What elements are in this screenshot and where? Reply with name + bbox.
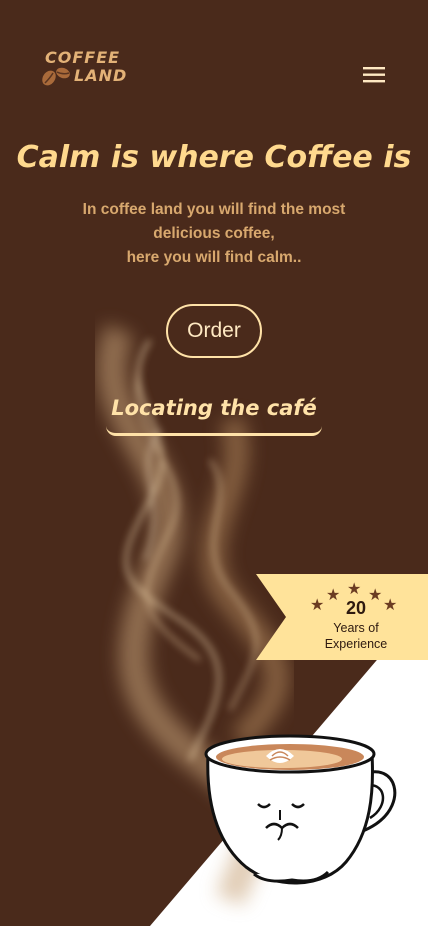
hero-subtitle: In coffee land you will find the most de… bbox=[40, 198, 388, 270]
svg-text:★: ★ bbox=[347, 580, 361, 598]
hero-subtitle-line: delicious coffee, bbox=[153, 225, 275, 242]
hero-subtitle-line: In coffee land you will find the most bbox=[82, 201, 346, 218]
order-button[interactable]: Order bbox=[166, 304, 262, 358]
hamburger-menu-button[interactable] bbox=[358, 62, 390, 88]
hero-subtitle-line: here you will find calm.. bbox=[126, 249, 302, 266]
coffee-bean-icon bbox=[42, 67, 70, 86]
locate-cafe-button[interactable]: Locating the café bbox=[106, 382, 322, 436]
experience-badge: ★ ★ ★ ★ ★ 20 Years of Experience bbox=[256, 574, 428, 660]
coffee-cup-illustration bbox=[204, 734, 397, 885]
hero-title: Calm is where Coffee is bbox=[16, 140, 412, 175]
logo-text-land: LAND bbox=[74, 66, 128, 85]
experience-label: Years of Experience bbox=[294, 620, 418, 652]
experience-label-line1: Years of bbox=[333, 621, 379, 635]
hamburger-menu-icon bbox=[363, 67, 385, 83]
experience-label-line2: Experience bbox=[324, 637, 388, 651]
logo[interactable]: COFFEE LAND bbox=[40, 46, 130, 94]
experience-number: 20 bbox=[345, 598, 367, 618]
